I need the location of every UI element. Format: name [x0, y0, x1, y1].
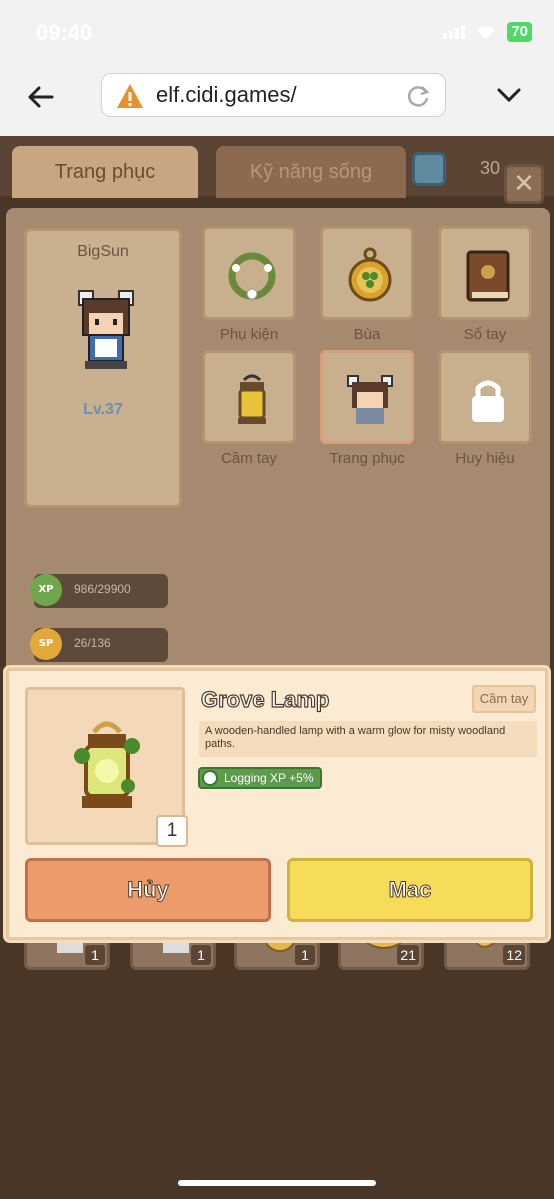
wear-button[interactable]: Mac [287, 858, 533, 922]
slot-label-charm: Bùa [353, 326, 381, 343]
xp-value: 986/29900 [74, 582, 131, 596]
slot-charm[interactable] [320, 226, 414, 320]
wifi-icon [477, 26, 496, 39]
back-arrow-icon[interactable] [24, 80, 58, 114]
chevron-down-icon[interactable] [494, 80, 524, 110]
close-button[interactable]: ✕ [504, 164, 544, 204]
status-bar: 09:40 70 [0, 0, 554, 62]
book-icon [466, 250, 510, 302]
home-indicator [178, 1180, 376, 1186]
slot-label-accessory: Phụ kiện [219, 326, 279, 343]
battery-indicator: 70 [507, 22, 532, 42]
slot-outfit[interactable] [320, 350, 414, 444]
item-buff-badge: Logging XP +5% [198, 767, 322, 789]
slot-accessory[interactable] [202, 226, 296, 320]
lantern-icon [74, 721, 140, 808]
sp-bar: SP 26/136 [30, 628, 168, 662]
character-name: BigSun [77, 243, 129, 260]
address-bar[interactable]: elf.cidi.games/ [101, 73, 446, 117]
character-card: BigSun Lv.37 [24, 228, 182, 508]
outfit-icon [347, 375, 393, 424]
cancel-button[interactable]: Hủy [25, 858, 271, 922]
tab-outfit[interactable]: Trang phục [12, 146, 198, 198]
item-count: 1 [85, 945, 105, 965]
item-category-tag: Cầm tay [472, 685, 536, 713]
clover-amulet-icon [348, 247, 392, 302]
item-count: 12 [503, 945, 525, 965]
lock-icon [472, 380, 504, 422]
item-count: 1 [295, 945, 315, 965]
tab-life-skills[interactable]: Kỹ năng sống [216, 146, 406, 198]
slot-notebook[interactable] [438, 226, 532, 320]
buff-icon [202, 770, 218, 786]
slot-label-outfit: Trang phục [329, 450, 405, 467]
currency-count: 30 [480, 158, 501, 178]
item-detail-modal: 1 Grove Lamp Cầm tay A wooden-handled la… [6, 668, 548, 940]
browser-toolbar: elf.cidi.games/ [0, 62, 554, 136]
slot-badge[interactable] [438, 350, 532, 444]
xp-badge: XP [30, 574, 62, 606]
character-sprite-icon [78, 290, 134, 369]
status-icons: 70 [443, 22, 532, 42]
xp-bar: XP 986/29900 [30, 574, 168, 608]
sp-badge: SP [30, 628, 62, 660]
item-count: 21 [397, 945, 419, 965]
game-canvas: Trang phục Kỹ năng sống 30 ✕ BigSun Lv.3… [0, 136, 554, 1199]
character-level: Lv.37 [83, 401, 123, 418]
item-title: Grove Lamp [200, 686, 330, 712]
slot-handheld[interactable] [202, 350, 296, 444]
wreath-icon [228, 252, 276, 300]
url-text: elf.cidi.games/ [156, 82, 297, 107]
item-description: A wooden-handled lamp with a warm glow f… [199, 721, 537, 757]
status-time: 09:40 [36, 20, 93, 45]
buff-text: Logging XP +5% [224, 771, 314, 785]
item-quantity: 1 [156, 815, 188, 847]
lantern-icon [238, 374, 266, 424]
gem-icon [412, 152, 446, 186]
warning-icon [117, 84, 143, 108]
slot-label-handheld: Cầm tay [221, 450, 277, 467]
item-count: 1 [191, 945, 211, 965]
signal-icon [443, 25, 466, 39]
slot-label-notebook: Sổ tay [463, 326, 507, 343]
reload-icon[interactable] [405, 83, 431, 109]
slot-label-badge: Huy hiệu [455, 450, 515, 467]
sp-value: 26/136 [74, 636, 111, 650]
